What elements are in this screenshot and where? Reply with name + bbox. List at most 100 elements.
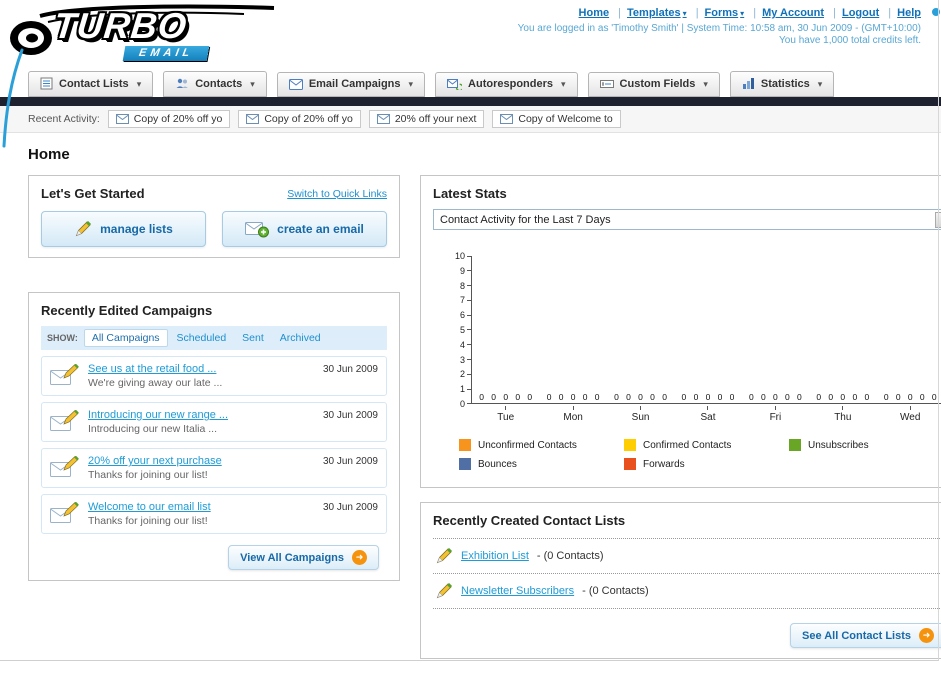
- stats-period-value: Contact Activity for the Last 7 Days: [440, 213, 611, 226]
- main-content: Home Let's Get Started Switch to Quick L…: [0, 146, 941, 659]
- contact-lists-icon: [40, 77, 53, 90]
- credits-status: You have 1,000 total credits left.: [779, 35, 921, 46]
- campaign-filter-bar: SHOW: All Campaigns Scheduled Sent Archi…: [41, 326, 387, 350]
- logo-subtitle: EMAIL: [122, 46, 210, 61]
- switch-quick-links-link[interactable]: Switch to Quick Links: [287, 188, 387, 200]
- pencil-icon: [75, 220, 92, 237]
- campaign-row: Welcome to our email list Thanks for joi…: [41, 494, 387, 534]
- filter-scheduled[interactable]: Scheduled: [170, 330, 234, 346]
- campaign-subtitle: Thanks for joining our list!: [88, 469, 208, 481]
- chevron-down-icon: [701, 78, 708, 90]
- chevron-down-icon: [559, 78, 566, 90]
- campaign-row: 20% off your next purchase Thanks for jo…: [41, 448, 387, 488]
- autoresponders-icon: [447, 79, 463, 90]
- recent-contact-lists-panel: Recently Created Contact Lists Exhibitio…: [420, 502, 941, 659]
- contact-list-count: - (0 Contacts): [536, 550, 604, 562]
- logo-title: TURBO: [51, 5, 190, 46]
- statistics-icon: [742, 78, 754, 89]
- tab-statistics[interactable]: Statistics: [729, 71, 835, 97]
- chart-y-axis: 10 9 8 7 6 5 4 3 2 1 0: [447, 251, 471, 409]
- recent-activity-item[interactable]: 20% off your next: [368, 110, 485, 128]
- app-window: TURBO EMAIL Home Templates Forms My Acco…: [0, 0, 941, 683]
- envelope-icon: [246, 114, 260, 124]
- recent-contact-lists-title: Recently Created Contact Lists: [433, 513, 626, 528]
- chevron-down-icon: [407, 78, 414, 90]
- chevron-down-icon: [248, 78, 255, 90]
- top-nav: Home Templates Forms My Account Logout H…: [518, 7, 921, 19]
- top-link-my-account[interactable]: My Account: [762, 7, 824, 19]
- latest-stats-panel: Latest Stats Contact Activity for the La…: [420, 175, 941, 488]
- chevron-down-icon: [816, 78, 823, 90]
- view-all-campaigns-button[interactable]: View All Campaigns: [228, 545, 379, 570]
- stats-period-select[interactable]: Contact Activity for the Last 7 Days: [433, 209, 941, 230]
- arrow-right-icon: [352, 550, 367, 565]
- legend-item: Confirmed Contacts: [624, 439, 789, 451]
- recent-activity-label: Recent Activity:: [28, 113, 100, 125]
- campaign-title-link[interactable]: 20% off your next purchase: [88, 455, 222, 467]
- legend-swatch: [789, 439, 801, 451]
- nav-divider-bar: [0, 97, 941, 106]
- top-link-logout[interactable]: Logout: [842, 7, 879, 19]
- app-logo[interactable]: TURBO EMAIL: [6, 4, 281, 64]
- legend-swatch: [459, 439, 471, 451]
- pencil-icon: [436, 582, 453, 599]
- envelope-icon: [115, 114, 129, 124]
- page-title: Home: [28, 146, 70, 163]
- recent-campaigns-panel: Recently Edited Campaigns SHOW: All Camp…: [28, 292, 400, 581]
- tab-autoresponders[interactable]: Autoresponders: [435, 72, 578, 97]
- latest-stats-title: Latest Stats: [433, 186, 507, 201]
- contacts-icon: [176, 78, 189, 88]
- campaign-date: 30 Jun 2009: [322, 364, 378, 375]
- envelope-plus-icon: [245, 221, 270, 237]
- campaign-title-link[interactable]: See us at the retail food ...: [88, 363, 216, 375]
- top-link-help[interactable]: Help: [897, 7, 921, 19]
- see-all-contact-lists-button[interactable]: See All Contact Lists: [789, 623, 941, 648]
- dropdown-arrow-icon: [935, 211, 941, 228]
- campaign-subtitle: We're giving away our late ...: [88, 377, 223, 389]
- contact-list-count: - (0 Contacts): [582, 585, 649, 597]
- custom-fields-icon: [599, 80, 614, 88]
- contact-list-row: Exhibition List - (0 Contacts): [433, 539, 941, 574]
- legend-swatch: [624, 439, 636, 451]
- campaign-date: 30 Jun 2009: [322, 502, 378, 513]
- envelope-icon: [500, 114, 514, 124]
- filter-sent[interactable]: Sent: [235, 330, 271, 346]
- legend-item: Unsubscribes: [789, 439, 941, 451]
- create-email-button[interactable]: create an email: [222, 211, 387, 247]
- recent-activity-item[interactable]: Copy of 20% off yo: [238, 110, 361, 128]
- top-link-home[interactable]: Home: [579, 7, 610, 19]
- filter-all-campaigns[interactable]: All Campaigns: [83, 329, 168, 347]
- pencil-icon: [436, 547, 453, 564]
- top-link-templates[interactable]: Templates: [627, 7, 687, 19]
- header: TURBO EMAIL Home Templates Forms My Acco…: [0, 0, 941, 64]
- legend-item: Forwards: [624, 458, 789, 470]
- tab-contacts[interactable]: Contacts: [163, 71, 267, 97]
- contact-list-link[interactable]: Newsletter Subscribers: [461, 585, 574, 597]
- tab-email-campaigns[interactable]: Email Campaigns: [276, 72, 426, 97]
- tab-custom-fields[interactable]: Custom Fields: [587, 72, 720, 97]
- show-label: SHOW:: [47, 333, 78, 343]
- campaign-edit-icon: [50, 456, 79, 477]
- campaign-subtitle: Thanks for joining our list!: [88, 515, 208, 527]
- recent-activity-bar: Recent Activity: Copy of 20% off yo Copy…: [0, 106, 941, 133]
- campaign-title-link[interactable]: Introducing our new range ...: [88, 409, 228, 421]
- legend-item: Unconfirmed Contacts: [459, 439, 624, 451]
- recent-activity-item[interactable]: Copy of Welcome to: [492, 110, 621, 128]
- arrow-right-icon: [919, 628, 934, 643]
- top-link-forms[interactable]: Forms: [705, 7, 745, 19]
- tab-contact-lists[interactable]: Contact Lists: [28, 71, 154, 97]
- chevron-down-icon: [681, 7, 687, 19]
- campaign-subtitle: Introducing our new Italia ...: [88, 423, 217, 435]
- campaign-edit-icon: [50, 364, 79, 385]
- campaign-title-link[interactable]: Welcome to our email list: [88, 501, 211, 513]
- login-status: You are logged in as 'Timothy Smith' | S…: [517, 23, 921, 34]
- notification-dot-icon: [932, 8, 940, 16]
- chevron-down-icon: [738, 7, 744, 19]
- recent-activity-item[interactable]: Copy of 20% off yo: [107, 110, 231, 128]
- manage-lists-button[interactable]: manage lists: [41, 211, 206, 247]
- filter-archived[interactable]: Archived: [273, 330, 328, 346]
- contact-list-link[interactable]: Exhibition List: [461, 550, 529, 562]
- chart-value-labels: 00000000000000000000000000000000000: [479, 392, 937, 402]
- main-nav: Contact Lists Contacts Email Campaigns A…: [0, 64, 941, 97]
- campaign-date: 30 Jun 2009: [322, 456, 378, 467]
